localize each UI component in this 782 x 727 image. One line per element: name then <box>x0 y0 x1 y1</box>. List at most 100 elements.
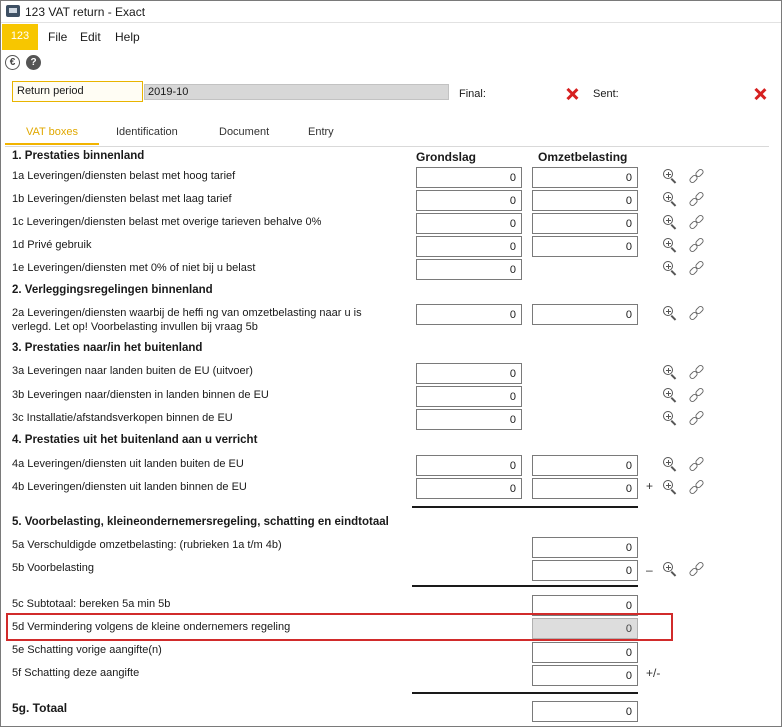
row-1b-omzet-field[interactable]: 0 <box>532 190 638 211</box>
tab-entry[interactable]: Entry <box>308 126 334 138</box>
row-3a-grondslag-field[interactable]: 0 <box>416 363 522 384</box>
row-5f-omzet-field[interactable]: 0 <box>532 665 638 686</box>
row-5f-label: 5f Schatting deze aangifte <box>12 667 140 679</box>
row-5f-plus-minus-operator: +/- <box>646 666 661 680</box>
tab-vat-boxes[interactable]: VAT boxes <box>26 126 78 138</box>
row-1b-grondslag-field[interactable]: 0 <box>416 190 522 211</box>
row-4b-label: 4b Leveringen/diensten uit landen binnen… <box>12 481 247 493</box>
row-5b-label: 5b Voorbelasting <box>12 562 94 574</box>
app-printer-icon <box>6 5 20 17</box>
row-4a-link-icon[interactable] <box>688 455 705 473</box>
row-4a-omzet-field[interactable]: 0 <box>532 455 638 476</box>
final-close-icon[interactable] <box>566 88 578 100</box>
sent-label: Sent: <box>593 88 619 100</box>
row-1c-grondslag-field[interactable]: 0 <box>416 213 522 234</box>
row-2a-zoom-icon[interactable] <box>662 305 678 321</box>
row-5b-zoom-icon[interactable] <box>662 561 678 577</box>
return-period-field[interactable]: 2019-10 <box>144 84 449 100</box>
tab-bar: VAT boxes Identification Document Entry <box>1 123 781 147</box>
help-icon[interactable]: ? <box>26 55 41 70</box>
sum-line-5b <box>412 585 638 587</box>
row-4a-zoom-icon[interactable] <box>662 456 678 472</box>
row-1d-link-icon[interactable] <box>688 236 705 254</box>
row-3c-link-icon[interactable] <box>688 409 705 427</box>
sum-line-5f <box>412 692 638 694</box>
row-3a-label: 3a Leveringen naar landen buiten de EU (… <box>12 365 253 377</box>
row-1d-omzet-field[interactable]: 0 <box>532 236 638 257</box>
tab-document[interactable]: Document <box>219 126 269 138</box>
row-1c-omzet-field[interactable]: 0 <box>532 213 638 234</box>
tab-identification[interactable]: Identification <box>116 126 178 138</box>
row-3b-label: 3b Leveringen naar/diensten in landen bi… <box>12 389 269 401</box>
row-2a-link-icon[interactable] <box>688 304 705 322</box>
row-5b-minus-operator: – <box>646 563 653 577</box>
row-1a-grondslag-field[interactable]: 0 <box>416 167 522 188</box>
row-1e-label: 1e Leveringen/diensten met 0% of niet bi… <box>12 262 256 274</box>
menu-edit[interactable]: Edit <box>80 30 101 44</box>
active-tab-indicator <box>5 143 99 145</box>
row-1c-zoom-icon[interactable] <box>662 214 678 230</box>
row-1d-zoom-icon[interactable] <box>662 237 678 253</box>
row-2a-label-line1: 2a Leveringen/diensten waarbij de heffi … <box>12 307 362 319</box>
title-bar: 123 VAT return - Exact <box>1 1 781 23</box>
tab-divider <box>5 146 769 147</box>
row-5e-label: 5e Schatting vorige aangifte(n) <box>12 644 162 656</box>
row-5d-label: 5d Vermindering volgens de kleine ondern… <box>12 621 291 633</box>
section-4-title: 4. Prestaties uit het buitenland aan u v… <box>12 434 258 446</box>
sum-line-section-4 <box>412 506 638 508</box>
row-1a-link-icon[interactable] <box>688 167 705 185</box>
row-4b-omzet-field[interactable]: 0 <box>532 478 638 499</box>
row-1d-label: 1d Privé gebruik <box>12 239 92 251</box>
row-3b-zoom-icon[interactable] <box>662 387 678 403</box>
exact-logo[interactable]: 123 <box>2 24 38 50</box>
row-1a-label: 1a Leveringen/diensten belast met hoog t… <box>12 170 236 182</box>
row-4b-grondslag-field[interactable]: 0 <box>416 478 522 499</box>
row-1b-link-icon[interactable] <box>688 190 705 208</box>
row-3b-link-icon[interactable] <box>688 386 705 404</box>
row-1c-link-icon[interactable] <box>688 213 705 231</box>
section-1-title: 1. Prestaties binnenland <box>12 150 145 162</box>
row-2a-grondslag-field[interactable]: 0 <box>416 304 522 325</box>
row-1a-zoom-icon[interactable] <box>662 168 678 184</box>
return-period-label: Return period <box>12 81 143 102</box>
row-3a-link-icon[interactable] <box>688 363 705 381</box>
row-5g-omzet-field[interactable]: 0 <box>532 701 638 722</box>
row-4a-label: 4a Leveringen/diensten uit landen buiten… <box>12 458 244 470</box>
row-5a-omzet-field[interactable]: 0 <box>532 537 638 558</box>
row-1d-grondslag-field[interactable]: 0 <box>416 236 522 257</box>
menu-help[interactable]: Help <box>115 30 140 44</box>
row-4a-grondslag-field[interactable]: 0 <box>416 455 522 476</box>
section-3-title: 3. Prestaties naar/in het buitenland <box>12 342 203 354</box>
row-1e-zoom-icon[interactable] <box>662 260 678 276</box>
section-5-title: 5. Voorbelasting, kleineondernemersregel… <box>12 516 389 528</box>
row-3c-grondslag-field[interactable]: 0 <box>416 409 522 430</box>
row-4b-link-icon[interactable] <box>688 478 705 496</box>
row-1e-link-icon[interactable] <box>688 259 705 277</box>
row-4b-zoom-icon[interactable] <box>662 479 678 495</box>
row-1a-omzet-field[interactable]: 0 <box>532 167 638 188</box>
toolbar: € ? <box>1 53 781 73</box>
row-3b-grondslag-field[interactable]: 0 <box>416 386 522 407</box>
menu-bar: 123 File Edit Help <box>1 24 781 50</box>
vat-return-window: 123 VAT return - Exact 123 File Edit Hel… <box>0 0 782 727</box>
row-5a-label: 5a Verschuldigde omzetbelasting: (rubrie… <box>12 539 282 551</box>
row-5d-omzet-field[interactable]: 0 <box>532 618 638 639</box>
row-5g-label: 5g. Totaal <box>12 701 68 715</box>
section-2-title: 2. Verleggingsregelingen binnenland <box>12 284 213 296</box>
row-3c-zoom-icon[interactable] <box>662 410 678 426</box>
row-2a-omzet-field[interactable]: 0 <box>532 304 638 325</box>
row-5c-label: 5c Subtotaal: bereken 5a min 5b <box>12 598 171 610</box>
row-1b-zoom-icon[interactable] <box>662 191 678 207</box>
row-3c-label: 3c Installatie/afstandsverkopen binnen d… <box>12 412 233 424</box>
euro-icon[interactable]: € <box>5 55 20 70</box>
menu-file[interactable]: File <box>48 30 67 44</box>
row-1e-grondslag-field[interactable]: 0 <box>416 259 522 280</box>
row-5b-omzet-field[interactable]: 0 <box>532 560 638 581</box>
row-5b-link-icon[interactable] <box>688 560 705 578</box>
row-1b-label: 1b Leveringen/diensten belast met laag t… <box>12 193 232 205</box>
row-5e-omzet-field[interactable]: 0 <box>532 642 638 663</box>
sent-close-icon[interactable] <box>754 88 766 100</box>
row-3a-zoom-icon[interactable] <box>662 364 678 380</box>
final-label: Final: <box>459 88 486 100</box>
column-header-omzetbelasting: Omzetbelasting <box>538 150 628 164</box>
